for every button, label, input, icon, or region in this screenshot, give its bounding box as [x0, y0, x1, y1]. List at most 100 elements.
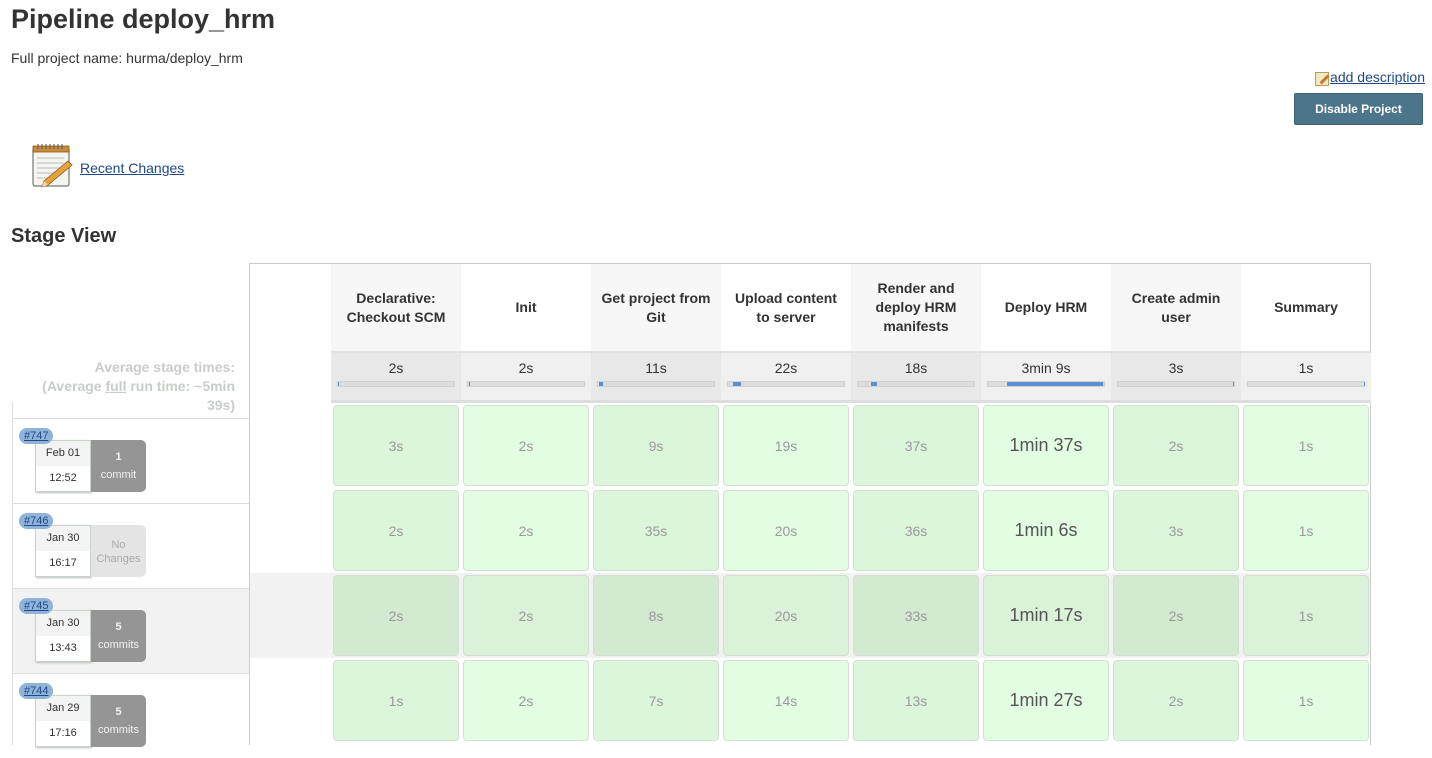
stage-header: Init [515, 299, 537, 315]
stage-average: 3min 9s [981, 351, 1111, 403]
build-time: 12:52 [49, 472, 77, 484]
stage-average-bar [1247, 381, 1366, 387]
stage-average-bar [337, 381, 455, 387]
stage-cell[interactable]: 2s [463, 405, 589, 486]
stage-header: Create admin user [1111, 264, 1241, 351]
build-changes: No Changes [91, 525, 146, 577]
stage-average-time: 2s [388, 360, 404, 376]
stage-cell[interactable]: 1min 37s [983, 405, 1109, 486]
stage-average-bar-fill [1363, 382, 1366, 386]
stage-view-table: Declarative: Checkout SCM 2s Init 2s Get pro… [249, 263, 1371, 745]
build-changes[interactable]: 5 commits [91, 695, 146, 747]
build-changes[interactable]: 5 commits [91, 610, 146, 662]
stage-cell[interactable]: 2s [1113, 575, 1239, 656]
stage-cell[interactable]: 2s [333, 490, 459, 571]
stage-cell[interactable]: 37s [853, 405, 979, 486]
build-number-link[interactable]: #744 [19, 683, 54, 699]
stage-average-bar [727, 381, 845, 387]
stage-cell[interactable]: 2s [463, 575, 589, 656]
stage-cell[interactable]: 2s [1113, 405, 1239, 486]
add-description[interactable]: add description [1315, 69, 1425, 86]
stage-average-time: 1s [1298, 360, 1314, 376]
stage-cell[interactable]: 14s [723, 660, 849, 741]
build-row: #746 Jan 30 16:17 No Changes [13, 503, 250, 588]
changes-label: commits [98, 724, 139, 736]
stage-average-bar-fill [870, 382, 877, 386]
build-history-column: #747 Feb 01 12:52 1 commit #746 Jan 30 16:17 No C… [12, 402, 250, 747]
stage-cell[interactable]: 3s [333, 405, 459, 486]
stage-cell[interactable]: 3s [1113, 490, 1239, 571]
stage-cell[interactable]: 2s [463, 490, 589, 571]
stage-cell[interactable]: 9s [593, 405, 719, 486]
stage-header: Upload content to server [735, 289, 837, 325]
recent-changes[interactable]: Recent Changes [30, 143, 184, 189]
stage-average-time: 22s [774, 360, 798, 376]
stage-header: Get project from Git [591, 264, 721, 351]
stage-average-time: 18s [904, 360, 928, 376]
avg-label-line1: Average stage times: [94, 359, 235, 375]
stage-cell[interactable]: 2s [333, 575, 459, 656]
stage-average: 2s [331, 351, 461, 403]
stage-average-bar [857, 381, 975, 387]
stage-average-bar [467, 381, 585, 387]
stage-cell[interactable]: 13s [853, 660, 979, 741]
stage-cell[interactable]: 33s [853, 575, 979, 656]
stage-header: Declarative: Checkout SCM [331, 264, 461, 351]
stage-average: 18s [851, 351, 981, 403]
stage-cell[interactable]: 7s [593, 660, 719, 741]
build-time: 13:43 [49, 642, 77, 654]
stage-cell[interactable]: 2s [1113, 660, 1239, 741]
recent-changes-link[interactable]: Recent Changes [80, 160, 184, 176]
disable-project-button[interactable]: Disable Project [1294, 93, 1423, 125]
stage-cell[interactable]: 2s [463, 660, 589, 741]
build-date: Feb 01 [36, 441, 90, 466]
avg-full-link[interactable]: full [105, 378, 126, 394]
changes-count: 5 [115, 621, 122, 633]
notepad-pencil-icon [30, 143, 74, 189]
build-timestamp: Jan 30 16:17 [35, 525, 91, 577]
stage-cell[interactable]: 1s [1243, 660, 1369, 741]
stage-cell[interactable]: 1s [1243, 405, 1369, 486]
stage-average: 11s [591, 351, 721, 403]
build-timestamp: Feb 01 12:52 [35, 440, 91, 492]
stage-average-bar-fill [338, 382, 340, 386]
build-changes[interactable]: 1 commit [91, 440, 146, 492]
stage-average-bar [987, 381, 1105, 387]
stage-cell[interactable]: 1s [1243, 575, 1369, 656]
stage-average-time: 11s [645, 360, 667, 376]
stage-average: 1s [1241, 351, 1371, 403]
stage-average-time: 2s [518, 360, 534, 376]
build-timestamp: Jan 30 13:43 [35, 610, 91, 662]
stage-average-bar-fill [599, 382, 604, 386]
edit-icon [1315, 72, 1330, 86]
build-number-link[interactable]: #746 [19, 513, 54, 529]
stage-average: 2s [461, 351, 591, 403]
stage-header: Render and deploy HRM manifests [851, 264, 981, 351]
build-row: #745 Jan 30 13:43 5 commits [13, 588, 250, 673]
stage-cell[interactable]: 1min 6s [983, 490, 1109, 571]
stage-average: 3s [1111, 351, 1241, 403]
stage-average-time: 3min 9s [1021, 360, 1071, 376]
stage-header: Deploy HRM [1004, 299, 1088, 315]
add-description-link[interactable]: add description [1330, 69, 1425, 85]
stage-cell[interactable]: 35s [593, 490, 719, 571]
stage-cell[interactable]: 20s [723, 490, 849, 571]
stage-cell[interactable]: 19s [723, 405, 849, 486]
build-number-link[interactable]: #745 [19, 598, 54, 614]
build-date: Jan 29 [36, 696, 90, 721]
build-timestamp: Jan 29 17:16 [35, 695, 91, 747]
stage-cell[interactable]: 1min 17s [983, 575, 1109, 656]
stage-cell[interactable]: 36s [853, 490, 979, 571]
changes-count: 1 [115, 451, 122, 463]
build-number-link[interactable]: #747 [19, 428, 54, 444]
stage-cell[interactable]: 1s [333, 660, 459, 741]
changes-label: Changes [96, 552, 141, 565]
stage-average-bar-fill [1232, 382, 1235, 386]
stage-cell[interactable]: 20s [723, 575, 849, 656]
stage-average-bar-fill [733, 382, 741, 386]
stage-cell[interactable]: 1s [1243, 490, 1369, 571]
stage-cell[interactable]: 8s [593, 575, 719, 656]
stage-cell[interactable]: 1min 27s [983, 660, 1109, 741]
stage-header: Summary [1274, 299, 1338, 315]
avg-label-prefix: (Average [42, 378, 106, 394]
